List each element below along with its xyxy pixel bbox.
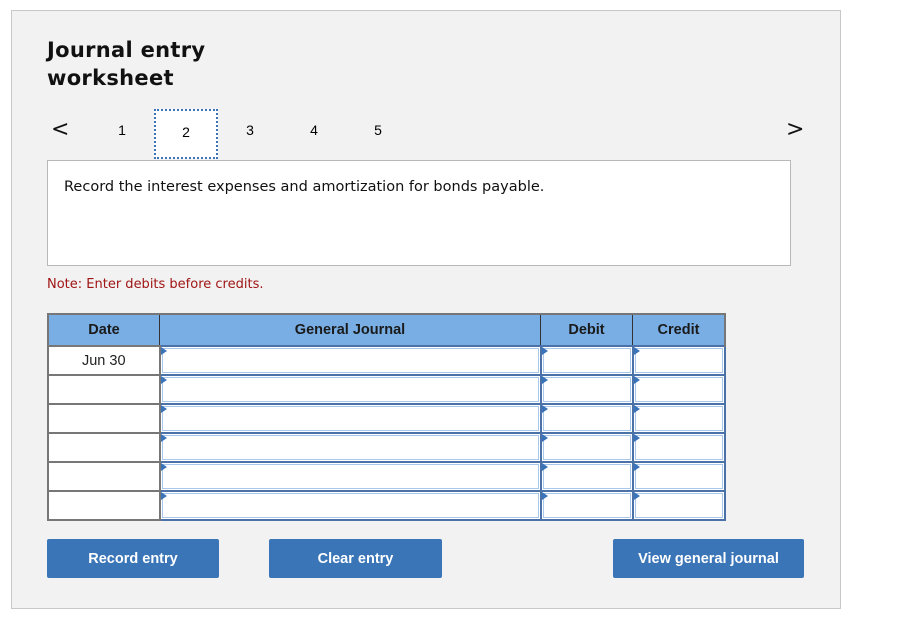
column-header-credit: Credit (632, 313, 726, 347)
chevron-right-icon[interactable]: > (786, 119, 804, 141)
tab-entry-3[interactable]: 3 (218, 109, 282, 159)
table-row: Jun 30 (47, 345, 726, 376)
credit-input[interactable] (631, 403, 726, 434)
account-input[interactable] (158, 432, 542, 463)
title-line-1: Journal entry (47, 38, 206, 62)
instruction-text: Record the interest expenses and amortiz… (64, 179, 545, 195)
account-input[interactable] (158, 403, 542, 434)
credit-input[interactable] (631, 461, 726, 492)
debit-input[interactable] (539, 374, 634, 405)
credit-input-field[interactable] (634, 493, 723, 518)
worksheet-title: Journal entry worksheet (47, 36, 205, 92)
debit-input-field[interactable] (542, 493, 631, 518)
table-row (47, 432, 726, 463)
dropdown-marker-icon (633, 492, 640, 500)
dropdown-marker-icon (160, 492, 167, 500)
dropdown-marker-icon (541, 376, 548, 384)
column-header-date: Date (47, 313, 160, 347)
dropdown-marker-icon (541, 405, 548, 413)
debit-input-field[interactable] (542, 348, 631, 373)
date-cell[interactable] (47, 461, 161, 492)
dropdown-marker-icon (541, 463, 548, 471)
account-input-field[interactable] (161, 406, 539, 431)
table-row (47, 374, 726, 405)
date-cell[interactable]: Jun 30 (47, 345, 161, 376)
dropdown-marker-icon (633, 347, 640, 355)
credit-input[interactable] (631, 490, 726, 521)
account-input[interactable] (158, 374, 542, 405)
journal-table: Date General Journal Debit Credit Jun 30 (47, 313, 726, 521)
date-cell[interactable] (47, 403, 161, 434)
account-input[interactable] (158, 345, 542, 376)
credit-input-field[interactable] (634, 406, 723, 431)
tab-entry-4[interactable]: 4 (282, 109, 346, 159)
column-header-general-journal: General Journal (159, 313, 541, 347)
tab-entry-5[interactable]: 5 (346, 109, 410, 159)
credit-input[interactable] (631, 374, 726, 405)
debit-input[interactable] (539, 345, 634, 376)
credit-input-field[interactable] (634, 377, 723, 402)
debit-input-field[interactable] (542, 377, 631, 402)
dropdown-marker-icon (160, 347, 167, 355)
account-input[interactable] (158, 490, 542, 521)
column-header-debit: Debit (540, 313, 633, 347)
dropdown-marker-icon (633, 405, 640, 413)
dropdown-marker-icon (160, 463, 167, 471)
credit-input-field[interactable] (634, 435, 723, 460)
dropdown-marker-icon (633, 463, 640, 471)
journal-worksheet-panel: Journal entry worksheet < 1 2 3 4 5 > Re… (11, 10, 841, 609)
note-text: Note: Enter debits before credits. (47, 277, 264, 292)
chevron-left-icon[interactable]: < (51, 119, 69, 141)
credit-input[interactable] (631, 432, 726, 463)
title-line-2: worksheet (47, 66, 174, 90)
clear-entry-button[interactable]: Clear entry (269, 539, 442, 578)
date-cell[interactable] (47, 374, 161, 405)
dropdown-marker-icon (633, 376, 640, 384)
tab-entry-1[interactable]: 1 (90, 109, 154, 159)
date-cell[interactable] (47, 432, 161, 463)
dropdown-marker-icon (160, 376, 167, 384)
account-input-field[interactable] (161, 435, 539, 460)
record-entry-button[interactable]: Record entry (47, 539, 219, 578)
tab-entry-2[interactable]: 2 (154, 109, 218, 159)
debit-input[interactable] (539, 403, 634, 434)
debit-input-field[interactable] (542, 464, 631, 489)
view-general-journal-button[interactable]: View general journal (613, 539, 804, 578)
credit-input-field[interactable] (634, 464, 723, 489)
account-input-field[interactable] (161, 348, 539, 373)
table-row (47, 490, 726, 521)
debit-input[interactable] (539, 432, 634, 463)
credit-input[interactable] (631, 345, 726, 376)
account-input-field[interactable] (161, 493, 539, 518)
dropdown-marker-icon (541, 492, 548, 500)
credit-input-field[interactable] (634, 348, 723, 373)
debit-input-field[interactable] (542, 406, 631, 431)
dropdown-marker-icon (541, 434, 548, 442)
account-input-field[interactable] (161, 464, 539, 489)
date-cell[interactable] (47, 490, 161, 521)
debit-input[interactable] (539, 490, 634, 521)
dropdown-marker-icon (541, 347, 548, 355)
table-row (47, 461, 726, 492)
dropdown-marker-icon (633, 434, 640, 442)
dropdown-marker-icon (160, 405, 167, 413)
table-row (47, 403, 726, 434)
account-input[interactable] (158, 461, 542, 492)
debit-input-field[interactable] (542, 435, 631, 460)
debit-input[interactable] (539, 461, 634, 492)
account-input-field[interactable] (161, 377, 539, 402)
instruction-box: Record the interest expenses and amortiz… (47, 160, 791, 266)
table-header-row: Date General Journal Debit Credit (47, 313, 726, 347)
dropdown-marker-icon (160, 434, 167, 442)
